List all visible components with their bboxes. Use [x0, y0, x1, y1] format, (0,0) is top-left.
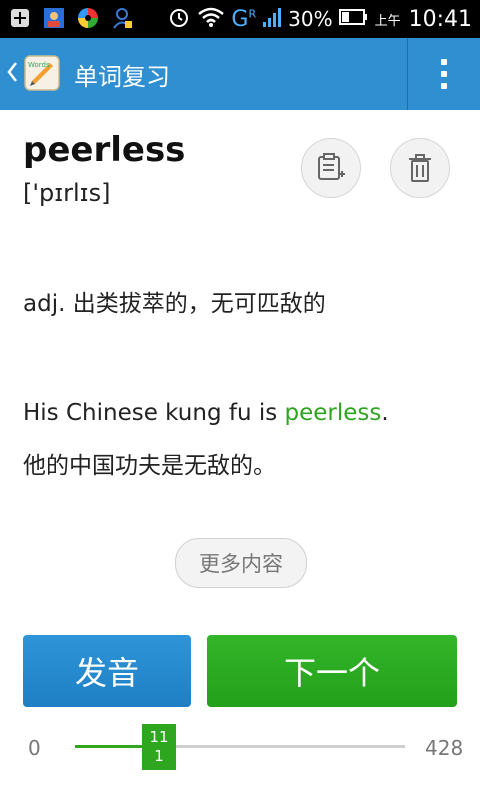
svg-text:Words: Words	[28, 61, 50, 69]
app-bar: Words 单词复习	[0, 38, 480, 110]
more-content-button[interactable]: 更多内容	[175, 538, 307, 588]
slider-max-label: 428	[425, 736, 464, 760]
example-highlight: peerless	[284, 400, 382, 426]
example-sentence: His Chinese kung fu is peerless.	[23, 400, 389, 426]
next-button[interactable]: 下一个	[207, 635, 457, 707]
battery-percent: 30%	[288, 7, 333, 31]
delete-button[interactable]	[390, 138, 450, 198]
add-notification-icon	[8, 6, 32, 30]
example-translation: 他的中国功夫是无敌的。	[23, 453, 276, 479]
alarm-icon	[167, 5, 191, 34]
app-pinwheel-icon	[76, 6, 100, 30]
definition: adj. 出类拔萃的，无可匹敌的	[23, 291, 326, 317]
example-text: His Chinese kung fu is	[23, 400, 285, 426]
add-to-notebook-button[interactable]	[301, 138, 361, 198]
back-arrow-icon[interactable]	[6, 60, 20, 84]
network-type-label: GR	[231, 6, 257, 32]
progress-thumb[interactable]: 111	[142, 724, 176, 770]
user-alert-icon	[110, 6, 134, 30]
trash-icon	[409, 154, 431, 182]
clock: 10:41	[408, 6, 472, 32]
progress-current-value: 111	[149, 728, 169, 765]
slider-min-label: 0	[28, 736, 41, 760]
signal-icon	[262, 6, 282, 33]
overflow-menu-icon[interactable]	[424, 52, 464, 96]
contact-card-icon	[42, 6, 66, 30]
wifi-icon	[197, 6, 225, 33]
app-bar-divider	[407, 38, 408, 110]
phonetic: ['pɪrlɪs]	[23, 179, 111, 207]
headword: peerless	[23, 130, 186, 170]
pronounce-button[interactable]: 发音	[23, 635, 191, 707]
am-pm-label: 上午	[374, 13, 401, 29]
note-add-icon	[318, 153, 345, 180]
status-bar: GR 30% 上午 10:41	[0, 0, 480, 38]
page-title: 单词复习	[74, 63, 170, 91]
battery-icon	[338, 7, 369, 31]
app-notebook-icon[interactable]: Words	[22, 53, 62, 93]
example-end: .	[381, 400, 389, 426]
